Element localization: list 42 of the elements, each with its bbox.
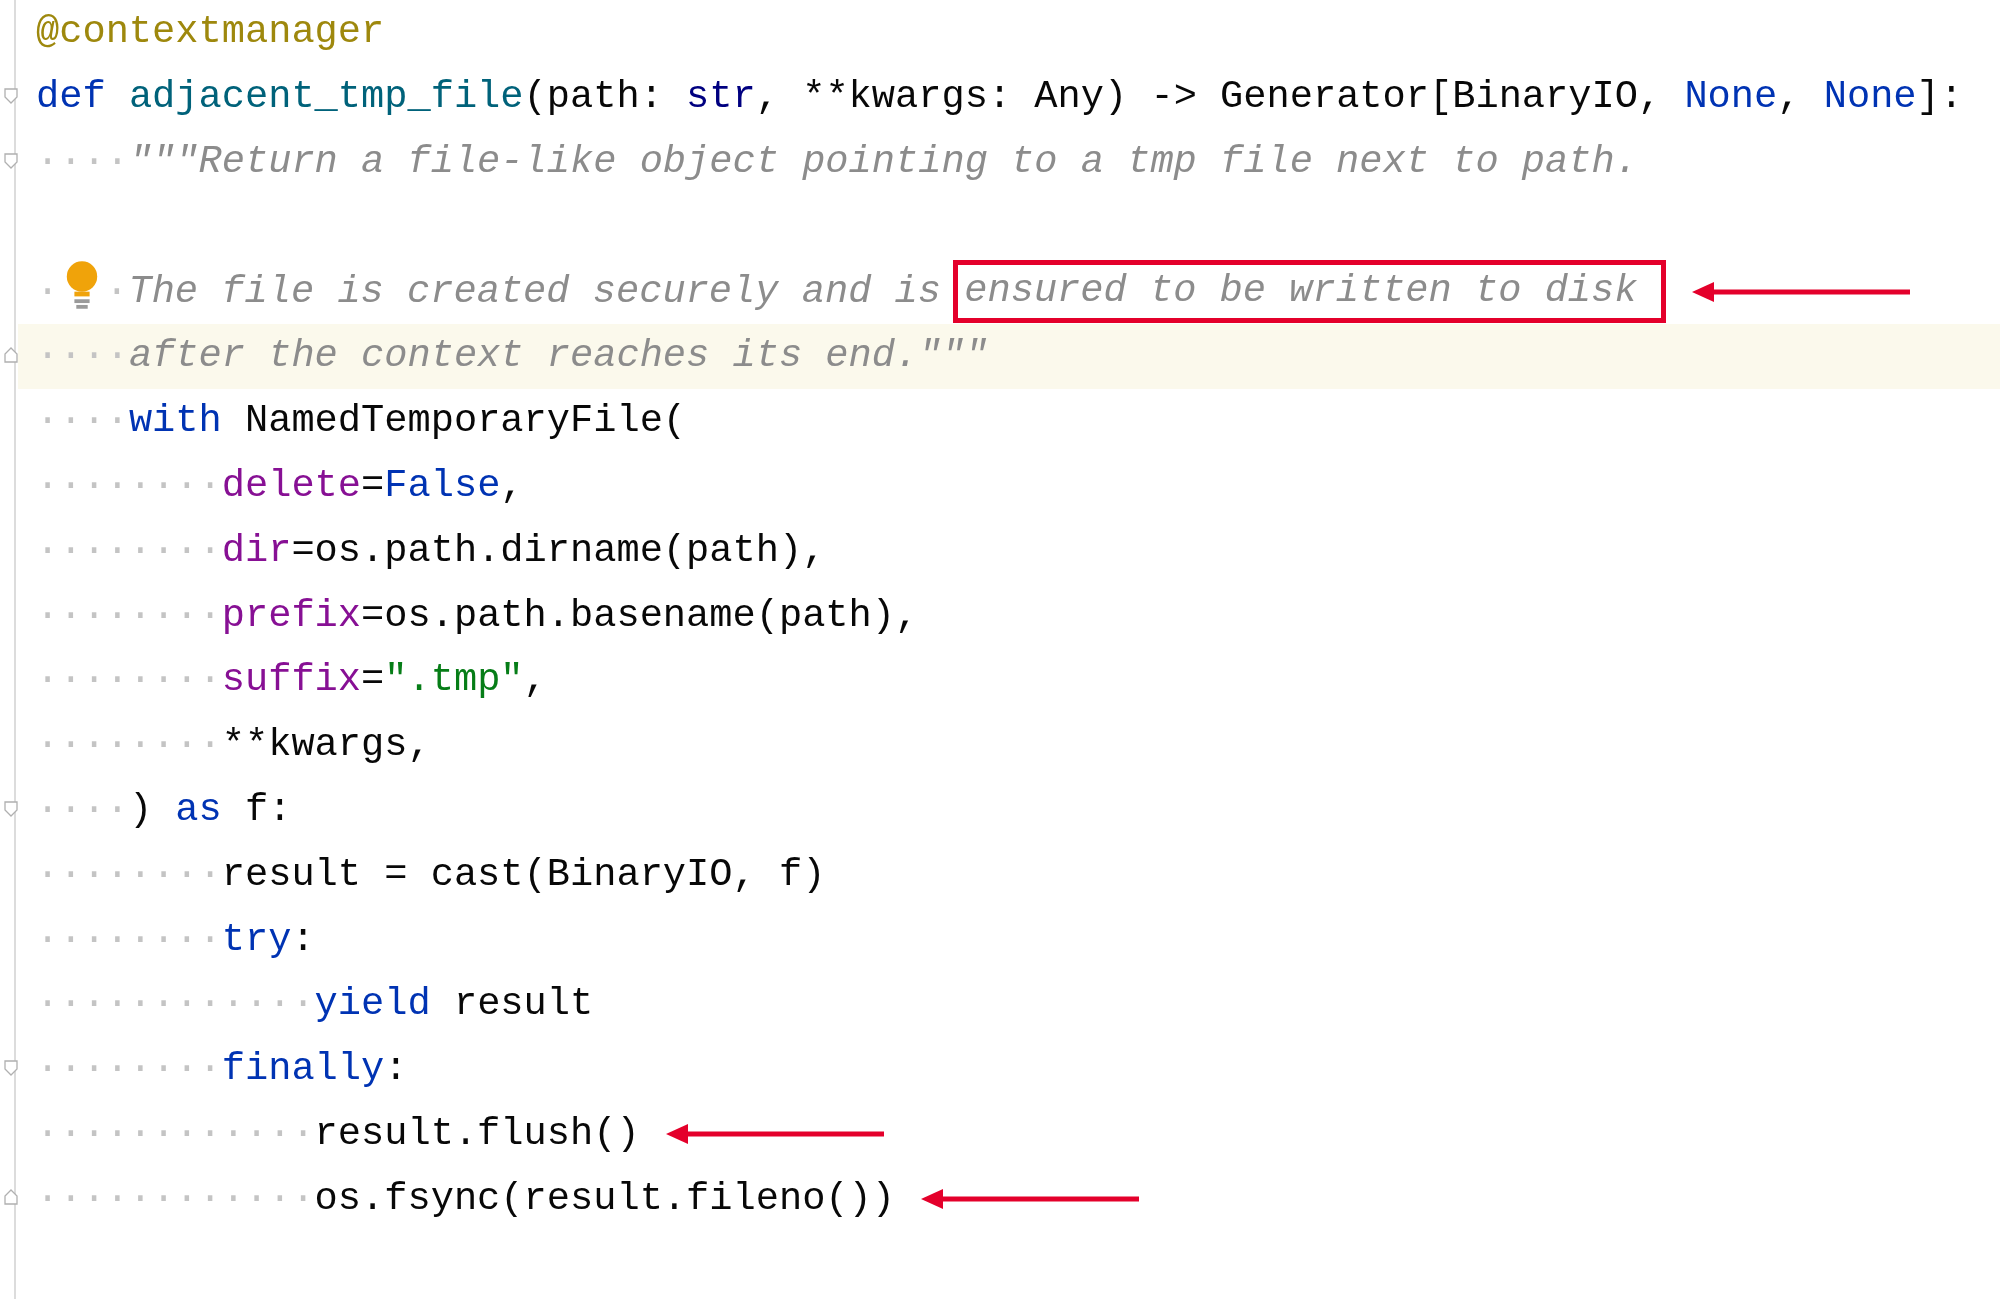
fold-marker-icon[interactable] bbox=[4, 346, 18, 364]
whitespace-dots: ············ bbox=[36, 1176, 315, 1221]
code-line: with NamedTemporaryFile( bbox=[128, 399, 687, 444]
whitespace-dots: ········ bbox=[36, 723, 222, 768]
whitespace-dots: · bbox=[36, 269, 60, 314]
code-line: finally: bbox=[221, 1047, 408, 1092]
code-line: try: bbox=[221, 917, 315, 962]
fold-marker-icon[interactable] bbox=[4, 86, 18, 105]
whitespace-dots: ···· bbox=[36, 334, 129, 379]
fold-marker-icon[interactable] bbox=[4, 151, 18, 170]
whitespace-dots: ········ bbox=[36, 658, 222, 703]
whitespace-dots: ···· bbox=[36, 140, 129, 184]
fold-marker-icon[interactable] bbox=[4, 1058, 18, 1077]
whitespace-dots: ········ bbox=[36, 917, 222, 962]
code-line: **kwargs, bbox=[221, 723, 431, 768]
whitespace-dots: ········ bbox=[36, 463, 222, 508]
code-line: suffix=".tmp", bbox=[221, 658, 547, 703]
whitespace-dots: · bbox=[105, 269, 129, 314]
code-line: The file is created securely and is bbox=[128, 269, 942, 314]
code-line: ) as f: bbox=[128, 787, 292, 832]
code-line: result.flush() bbox=[314, 1111, 640, 1156]
code-line: result = cast(BinaryIO, f) bbox=[221, 852, 826, 897]
whitespace-dots: ············ bbox=[36, 1111, 315, 1156]
whitespace-dots: ········ bbox=[36, 593, 222, 638]
code-line: dir=os.path.dirname(path), bbox=[221, 528, 826, 573]
code-line: """Return a file-like object pointing to a tmp file next to path. bbox=[128, 140, 1638, 184]
whitespace-dots: ············ bbox=[36, 982, 315, 1027]
whitespace-dots: ········ bbox=[36, 1047, 222, 1092]
code-line: os.fsync(result.fileno()) bbox=[314, 1176, 896, 1221]
whitespace-dots: ········ bbox=[36, 852, 222, 897]
code-line: after the context reaches its end.""" bbox=[128, 334, 988, 379]
boxed-phrase: ensured to be written to disk bbox=[953, 260, 1666, 323]
code-line: prefix=os.path.basename(path), bbox=[221, 593, 919, 638]
whitespace-dots: ···· bbox=[36, 787, 129, 832]
whitespace-dots: ········ bbox=[36, 528, 222, 573]
fold-marker-icon[interactable] bbox=[4, 799, 18, 818]
code-line: def adjacent_tmp_file(path: str, **kwargs: Any) -> Generator[BinaryIO, None, None]: bbox=[36, 75, 1963, 120]
code-line: @contextmanager bbox=[36, 10, 385, 55]
code-line: yield result bbox=[314, 982, 594, 1027]
fold-marker-icon[interactable] bbox=[4, 1188, 18, 1207]
code-line: delete=False, bbox=[221, 463, 524, 508]
whitespace-dots: ···· bbox=[36, 399, 129, 444]
